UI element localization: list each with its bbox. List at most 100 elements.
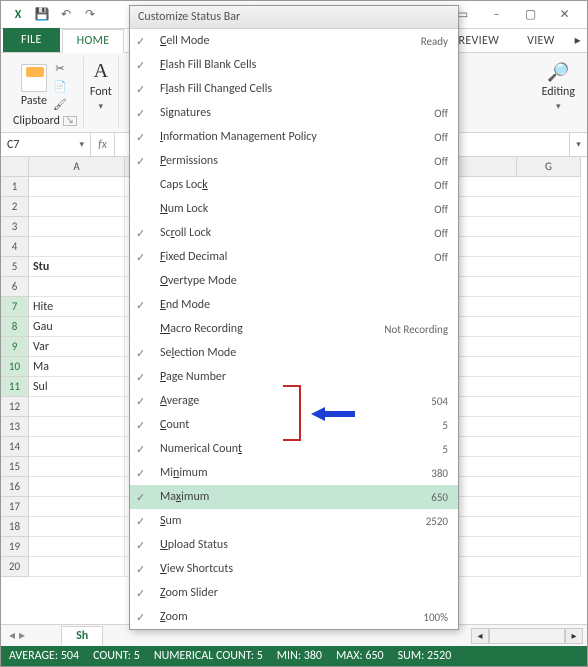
- col-header-g[interactable]: G: [517, 157, 581, 177]
- row-header[interactable]: 4: [1, 237, 29, 257]
- cell[interactable]: Gau: [29, 317, 125, 337]
- cell[interactable]: [517, 237, 581, 257]
- minimize-icon[interactable]: –: [479, 4, 513, 26]
- row-header[interactable]: 7: [1, 297, 29, 317]
- cell[interactable]: [29, 537, 125, 557]
- cell[interactable]: [517, 417, 581, 437]
- close-icon[interactable]: ✕: [547, 4, 581, 26]
- cell[interactable]: [517, 557, 581, 577]
- row-header[interactable]: 10: [1, 357, 29, 377]
- menu-item-fixed-decimal[interactable]: ✓Fixed DecimalOff: [130, 245, 458, 269]
- editing-button[interactable]: 🔎 Editing ▾: [542, 61, 575, 112]
- cell[interactable]: [517, 177, 581, 197]
- chevron-down-icon[interactable]: ▾: [79, 139, 84, 150]
- menu-item-num-lock[interactable]: Num LockOff: [130, 197, 458, 221]
- row-header[interactable]: 2: [1, 197, 29, 217]
- row-header[interactable]: 12: [1, 397, 29, 417]
- menu-item-overtype[interactable]: Overtype Mode: [130, 269, 458, 293]
- menu-item-average[interactable]: ✓Average504: [130, 389, 458, 413]
- cell[interactable]: [29, 457, 125, 477]
- sheet-nav-next-icon[interactable]: ▸: [19, 628, 25, 643]
- menu-item-flash-fill-changed[interactable]: ✓Flash Fill Changed Cells: [130, 77, 458, 101]
- row-header[interactable]: 5: [1, 257, 29, 277]
- cell[interactable]: [517, 317, 581, 337]
- menu-item-selection-mode[interactable]: ✓Selection Mode: [130, 341, 458, 365]
- name-box[interactable]: ▾: [1, 133, 91, 156]
- row-header[interactable]: 13: [1, 417, 29, 437]
- row-header[interactable]: 18: [1, 517, 29, 537]
- formula-bar-expand-icon[interactable]: ▾: [569, 133, 587, 156]
- cell[interactable]: [29, 237, 125, 257]
- cell[interactable]: [29, 437, 125, 457]
- excel-icon[interactable]: X: [7, 4, 29, 26]
- sheet-tab-active[interactable]: Sh: [61, 626, 103, 645]
- cell[interactable]: [517, 377, 581, 397]
- cell[interactable]: Hite: [29, 297, 125, 317]
- menu-item-flash-fill-blank[interactable]: ✓Flash Fill Blank Cells: [130, 53, 458, 77]
- redo-icon[interactable]: ↷: [79, 4, 101, 26]
- hscroll-right-icon[interactable]: ▸: [565, 628, 583, 644]
- cell[interactable]: [517, 497, 581, 517]
- menu-item-cell-mode[interactable]: ✓Cell ModeReady: [130, 29, 458, 53]
- tab-home[interactable]: HOME: [62, 29, 125, 53]
- cell[interactable]: [517, 477, 581, 497]
- menu-item-signatures[interactable]: ✓SignaturesOff: [130, 101, 458, 125]
- format-painter-icon[interactable]: 🖌: [51, 97, 69, 113]
- cell[interactable]: [517, 217, 581, 237]
- cell[interactable]: Ma: [29, 357, 125, 377]
- cell[interactable]: [517, 277, 581, 297]
- sheet-nav-prev-icon[interactable]: ◂: [9, 628, 15, 643]
- save-icon[interactable]: 💾: [31, 4, 53, 26]
- menu-item-sum[interactable]: ✓Sum2520: [130, 509, 458, 533]
- cell[interactable]: [29, 557, 125, 577]
- cell[interactable]: [517, 337, 581, 357]
- hscroll-left-icon[interactable]: ◂: [471, 628, 489, 644]
- row-header[interactable]: 16: [1, 477, 29, 497]
- menu-item-upload-status[interactable]: ✓Upload Status: [130, 533, 458, 557]
- menu-item-zoom[interactable]: ✓Zoom100%: [130, 605, 458, 629]
- name-box-input[interactable]: [7, 138, 57, 152]
- menu-item-scroll-lock[interactable]: ✓Scroll LockOff: [130, 221, 458, 245]
- row-header[interactable]: 1: [1, 177, 29, 197]
- cell[interactable]: [29, 277, 125, 297]
- cell[interactable]: [29, 197, 125, 217]
- row-header[interactable]: 8: [1, 317, 29, 337]
- row-header[interactable]: 19: [1, 537, 29, 557]
- menu-item-end-mode[interactable]: ✓End Mode: [130, 293, 458, 317]
- row-header[interactable]: 3: [1, 217, 29, 237]
- col-header-a[interactable]: A: [29, 157, 125, 177]
- clipboard-launcher-icon[interactable]: ↘: [63, 116, 77, 126]
- cell[interactable]: [29, 477, 125, 497]
- cell[interactable]: [29, 397, 125, 417]
- cell[interactable]: [517, 257, 581, 277]
- fx-icon[interactable]: fx: [91, 133, 115, 156]
- menu-item-minimum[interactable]: ✓Minimum380: [130, 461, 458, 485]
- tab-file[interactable]: FILE: [3, 28, 60, 52]
- cell[interactable]: [517, 397, 581, 417]
- row-header[interactable]: 17: [1, 497, 29, 517]
- tab-view[interactable]: VIEW: [513, 30, 569, 52]
- cut-icon[interactable]: ✂: [51, 61, 69, 77]
- row-header[interactable]: 14: [1, 437, 29, 457]
- cell[interactable]: [517, 537, 581, 557]
- status-bar[interactable]: AVERAGE: 504 COUNT: 5 NUMERICAL COUNT: 5…: [1, 646, 587, 666]
- menu-item-zoom-slider[interactable]: ✓Zoom Slider: [130, 581, 458, 605]
- cell[interactable]: [517, 357, 581, 377]
- menu-item-caps-lock[interactable]: Caps LockOff: [130, 173, 458, 197]
- menu-item-info-mgmt[interactable]: ✓Information Management PolicyOff: [130, 125, 458, 149]
- row-header[interactable]: 11: [1, 377, 29, 397]
- cell[interactable]: [29, 217, 125, 237]
- paste-button[interactable]: Paste: [21, 64, 47, 108]
- font-button[interactable]: A Font ▾: [90, 60, 112, 112]
- cell[interactable]: [517, 437, 581, 457]
- cell[interactable]: Sul: [29, 377, 125, 397]
- row-header[interactable]: 15: [1, 457, 29, 477]
- menu-item-maximum[interactable]: ✓Maximum650: [130, 485, 458, 509]
- cell[interactable]: [29, 497, 125, 517]
- menu-item-numerical-count[interactable]: ✓Numerical Count5: [130, 437, 458, 461]
- menu-item-page-number[interactable]: ✓Page Number: [130, 365, 458, 389]
- tabs-scroll-right-icon[interactable]: ▸: [569, 29, 587, 52]
- cell[interactable]: [29, 517, 125, 537]
- menu-item-count[interactable]: ✓Count5: [130, 413, 458, 437]
- cell[interactable]: [29, 417, 125, 437]
